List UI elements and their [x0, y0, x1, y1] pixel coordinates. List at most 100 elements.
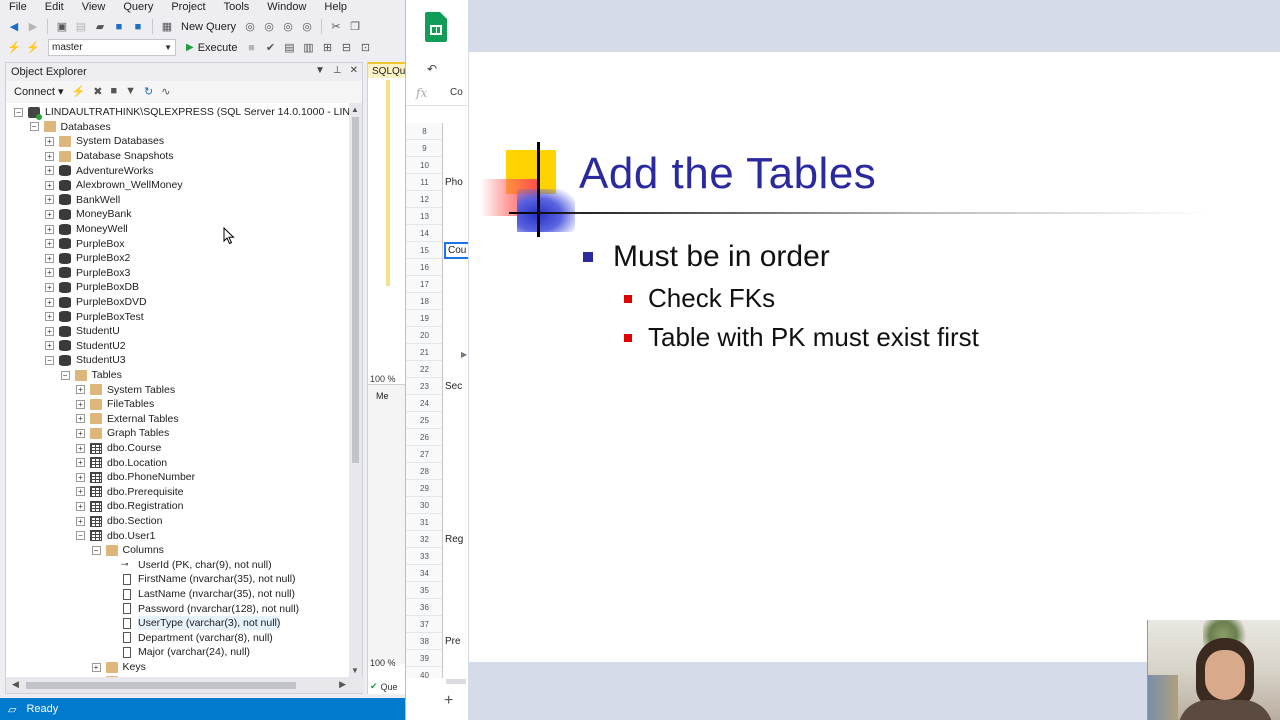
- row-number[interactable]: 30: [406, 497, 442, 514]
- tree-node[interactable]: + dbo.Location: [76, 455, 167, 470]
- scrollbar-thumb[interactable]: [26, 682, 296, 689]
- expand-icon[interactable]: +: [76, 458, 85, 468]
- tree-node[interactable]: − Columns: [91, 543, 164, 558]
- collapse-icon[interactable]: −: [29, 122, 39, 132]
- menu-query[interactable]: Query: [114, 0, 162, 15]
- sheets-logo-icon[interactable]: [425, 12, 447, 42]
- row-number[interactable]: 9: [406, 140, 442, 157]
- tree-node[interactable]: + Graph Tables: [76, 426, 169, 441]
- messages-tab[interactable]: Me: [376, 391, 389, 401]
- expand-icon[interactable]: +: [45, 136, 54, 146]
- expand-icon[interactable]: +: [45, 312, 54, 322]
- row-number[interactable]: 18: [406, 293, 442, 310]
- tree-node[interactable]: + MoneyWell: [45, 222, 128, 237]
- expand-icon[interactable]: +: [45, 326, 54, 336]
- expand-icon[interactable]: +: [76, 443, 85, 453]
- row-number[interactable]: 17: [406, 276, 442, 293]
- collapse-icon[interactable]: −: [60, 370, 70, 380]
- sheet-horizontal-scrollbar[interactable]: [446, 679, 466, 684]
- tree-node[interactable]: + dbo.Prerequisite: [76, 485, 183, 500]
- collapse-icon[interactable]: −: [45, 355, 54, 365]
- row-number[interactable]: 16: [406, 259, 442, 276]
- cut-icon[interactable]: ✂: [328, 19, 344, 35]
- refresh-icon[interactable]: ↻: [144, 85, 153, 98]
- sheet-cell[interactable]: Sec: [445, 378, 462, 395]
- query-xmla-icon[interactable]: ◎: [280, 19, 296, 35]
- tree-node[interactable]: + Alexbrown_WellMoney: [45, 178, 183, 193]
- collapse-icon[interactable]: −: [76, 531, 85, 541]
- tree-node[interactable]: + BankWell: [45, 193, 120, 208]
- menu-file[interactable]: File: [0, 0, 36, 15]
- tree-node[interactable]: − dbo.User1: [76, 528, 155, 543]
- row-number[interactable]: 31: [406, 514, 442, 531]
- query-options-icon[interactable]: ⊟: [338, 40, 354, 56]
- expand-icon[interactable]: +: [45, 209, 54, 219]
- expand-icon[interactable]: +: [45, 253, 54, 263]
- row-number[interactable]: 14: [406, 225, 442, 242]
- results-zoom-level[interactable]: 100 %: [370, 658, 396, 668]
- filter-icon[interactable]: ▼: [125, 85, 136, 97]
- tree-node[interactable]: + PurpleBox: [45, 236, 124, 251]
- tree-node[interactable]: LastName (nvarchar(35), not null): [107, 587, 295, 602]
- side-panel-arrow-icon[interactable]: ▶: [461, 350, 467, 359]
- menu-view[interactable]: View: [73, 0, 115, 15]
- new-query-button[interactable]: New Query: [178, 21, 239, 33]
- tree-node[interactable]: − StudentU3: [45, 353, 126, 368]
- collapse-icon[interactable]: −: [14, 107, 23, 117]
- row-number[interactable]: 29: [406, 480, 442, 497]
- tree-node[interactable]: + AdventureWorks: [45, 163, 153, 178]
- tree-node[interactable]: + StudentU: [45, 324, 120, 339]
- parse-icon[interactable]: ✔: [262, 40, 278, 56]
- expand-icon[interactable]: +: [76, 516, 85, 526]
- tree-node[interactable]: + PurpleBoxDB: [45, 280, 139, 295]
- row-number[interactable]: 32: [406, 531, 442, 548]
- row-number[interactable]: 22: [406, 361, 442, 378]
- cancel-query-icon[interactable]: ■: [243, 40, 259, 56]
- row-number[interactable]: 25: [406, 412, 442, 429]
- tree-node[interactable]: Password (nvarchar(128), not null): [107, 601, 299, 616]
- tree-node[interactable]: + FileTables: [76, 397, 154, 412]
- row-number[interactable]: 10: [406, 157, 442, 174]
- scroll-left-icon[interactable]: ◀: [12, 679, 19, 690]
- row-number[interactable]: 19: [406, 310, 442, 327]
- add-item-icon[interactable]: ▤: [73, 19, 89, 35]
- new-project-icon[interactable]: ▣: [54, 19, 70, 35]
- query-tab[interactable]: SQLQuery: [368, 62, 406, 78]
- row-number[interactable]: 15: [406, 242, 442, 259]
- scroll-up-icon[interactable]: ▲: [351, 105, 359, 114]
- row-number[interactable]: 21: [406, 344, 442, 361]
- tree-node[interactable]: ⊸ UserId (PK, char(9), not null): [107, 558, 272, 573]
- menu-window[interactable]: Window: [258, 0, 315, 15]
- tree-node[interactable]: + PurpleBox2: [45, 251, 130, 266]
- back-icon[interactable]: ◀: [6, 19, 22, 35]
- scrollbar-thumb[interactable]: [352, 117, 359, 463]
- tree-horizontal-scrollbar[interactable]: ◀ ▶: [6, 677, 364, 693]
- connect-dropdown[interactable]: Connect ▾: [14, 85, 64, 98]
- tree-node[interactable]: − LINDAULTRATHINK\SQLEXPRESS (SQL Server …: [14, 105, 351, 120]
- forward-icon[interactable]: ▶: [25, 19, 41, 35]
- display-plan-icon[interactable]: ⊞: [319, 40, 335, 56]
- row-number[interactable]: 37: [406, 616, 442, 633]
- tree-node[interactable]: + dbo.PhoneNumber: [76, 470, 195, 485]
- sheet-cell[interactable]: Cou: [444, 242, 469, 259]
- formula-bar-value[interactable]: Co: [450, 87, 463, 98]
- menu-edit[interactable]: Edit: [36, 0, 73, 15]
- tree-node[interactable]: + dbo.Course: [76, 441, 161, 456]
- stop-icon[interactable]: ■: [110, 85, 117, 97]
- tree-node[interactable]: + Database Snapshots: [45, 149, 173, 164]
- tree-node[interactable]: + StudentU2: [45, 339, 126, 354]
- row-number[interactable]: 11: [406, 174, 442, 191]
- results-to-grid-icon[interactable]: ▤: [281, 40, 297, 56]
- tree-node[interactable]: + PurpleBoxTest: [45, 309, 144, 324]
- row-number[interactable]: 38: [406, 633, 442, 650]
- expand-icon[interactable]: +: [76, 501, 85, 511]
- open-file-icon[interactable]: ▰: [92, 19, 108, 35]
- row-number[interactable]: 24: [406, 395, 442, 412]
- row-number[interactable]: 20: [406, 327, 442, 344]
- expand-icon[interactable]: +: [76, 385, 85, 395]
- expand-icon[interactable]: +: [45, 297, 54, 307]
- row-number[interactable]: 12: [406, 191, 442, 208]
- tree-node[interactable]: + System Databases: [45, 134, 164, 149]
- query-mdx-icon[interactable]: ◎: [242, 19, 258, 35]
- tree-node[interactable]: + System Tables: [76, 382, 175, 397]
